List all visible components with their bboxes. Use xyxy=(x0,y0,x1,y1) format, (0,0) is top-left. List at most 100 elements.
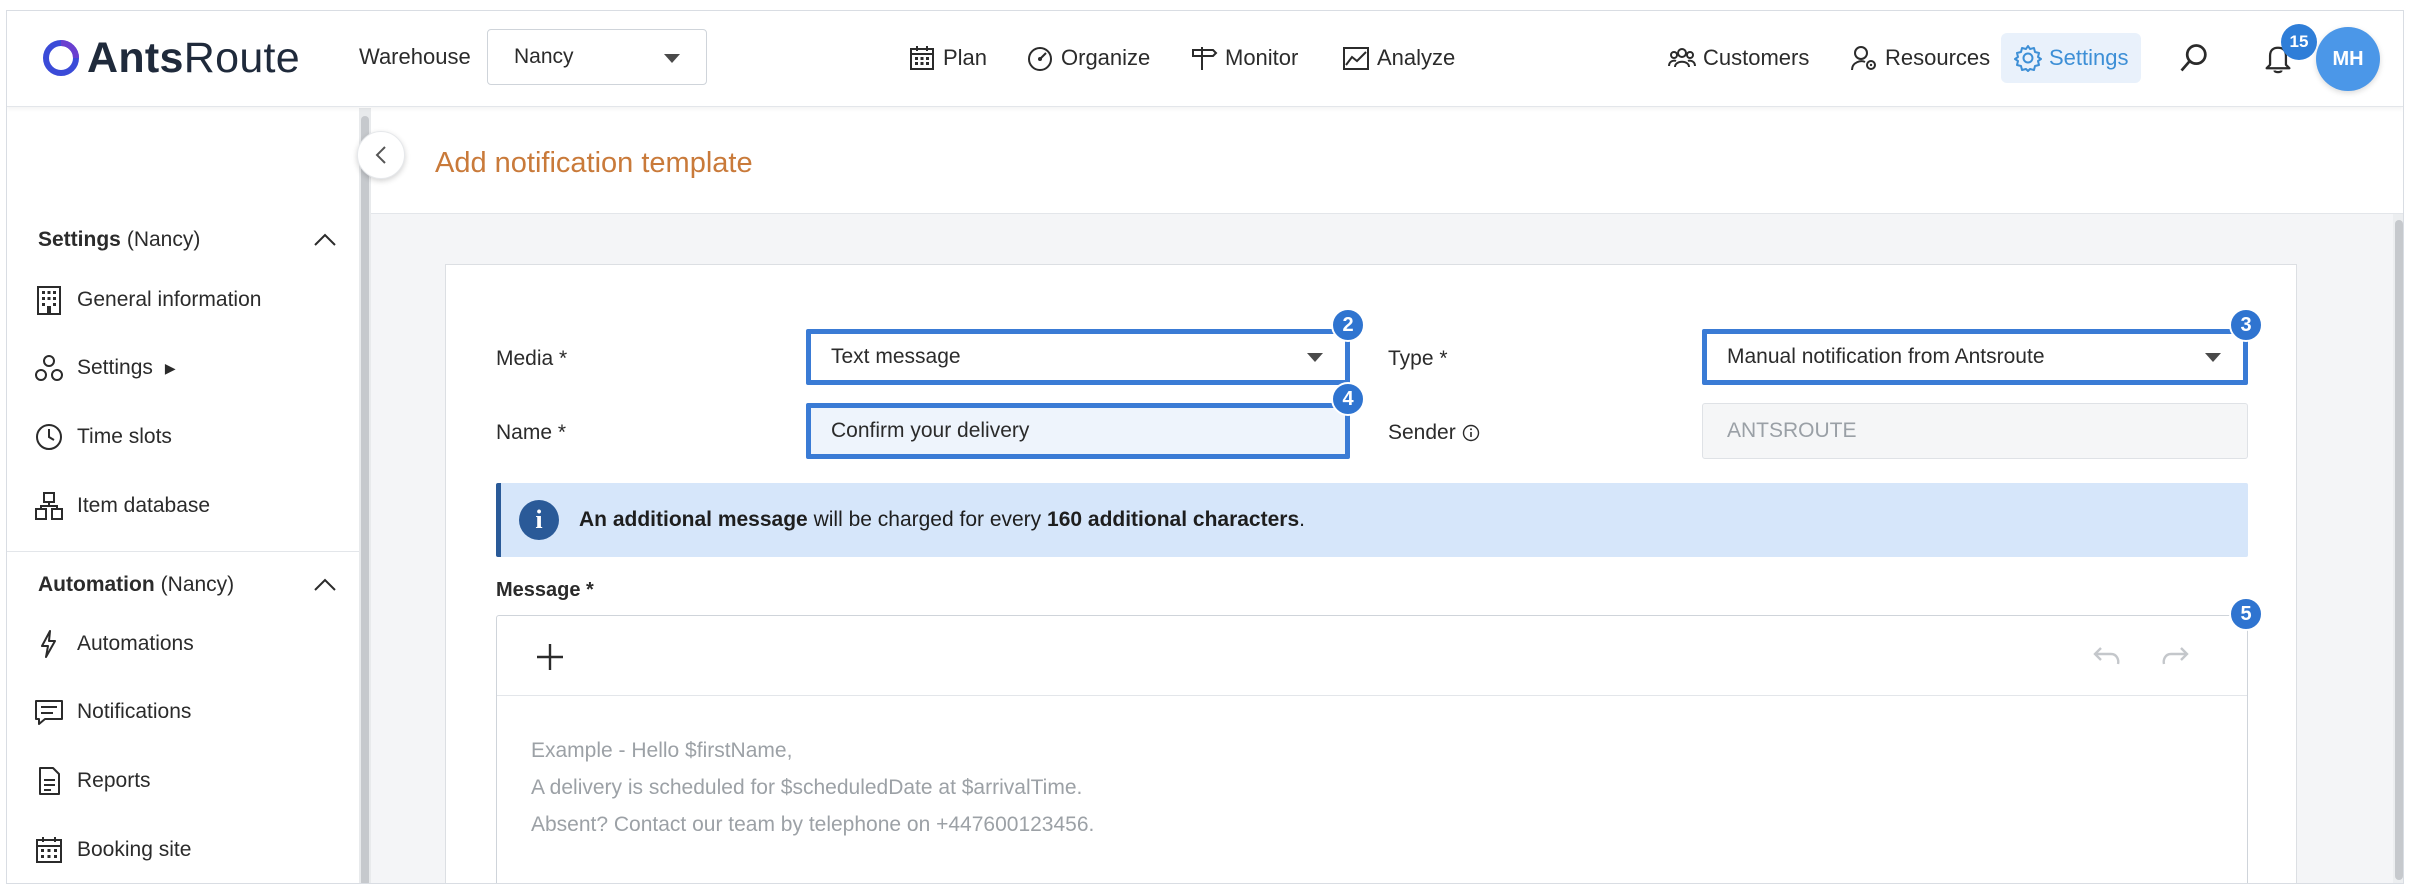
sidebar-item-label: General information xyxy=(77,288,262,311)
sender-label-group: Sender xyxy=(1388,421,1480,445)
sidebar-item-booking-site[interactable]: Booking site xyxy=(33,830,191,870)
sidebar-item-label: Item database xyxy=(77,494,211,517)
message-icon xyxy=(35,700,63,725)
signpost-icon xyxy=(1192,47,1218,70)
notification-count-badge: 15 xyxy=(2281,24,2317,60)
main-scrollbar[interactable] xyxy=(2393,214,2403,883)
nav-monitor[interactable]: Monitor xyxy=(1189,33,1298,83)
main-scrollbar-thumb[interactable] xyxy=(2395,220,2403,880)
chevron-down-icon xyxy=(664,54,680,63)
search-button[interactable] xyxy=(2177,33,2211,83)
placeholder-line: A delivery is scheduled for $scheduledDa… xyxy=(531,776,1083,799)
sidebar-item-general-information[interactable]: General information xyxy=(33,280,261,320)
cogs-icon xyxy=(35,355,63,381)
sidebar-item-time-slots[interactable]: Time slots xyxy=(33,417,172,457)
media-label: Media * xyxy=(496,347,568,370)
sender-input: ANTSROUTE xyxy=(1702,403,2248,459)
logo[interactable]: AntsRoute xyxy=(41,33,301,82)
sidebar-item-settings[interactable]: Settings ▶ xyxy=(33,348,176,388)
nav-organize[interactable]: Organize xyxy=(1025,33,1150,83)
nav-resources[interactable]: Resources xyxy=(1849,33,1990,83)
sidebar-item-item-database[interactable]: Item database xyxy=(33,486,210,526)
editor-toolbar xyxy=(497,616,2247,696)
sms-cost-info-banner: i An additional message will be charged … xyxy=(496,483,2248,557)
type-select[interactable]: Manual notification from Antsroute xyxy=(1702,329,2248,385)
sidebar-scrollbar[interactable] xyxy=(359,108,371,883)
type-label: Type * xyxy=(1388,347,1448,370)
template-form-card: Media * Text message 2 Type * Manual not… xyxy=(445,264,2297,883)
sidebar-item-notifications[interactable]: Notifications xyxy=(33,692,191,732)
report-icon xyxy=(39,767,60,795)
nav-monitor-label: Monitor xyxy=(1225,45,1299,70)
nav-resources-label: Resources xyxy=(1885,45,1991,70)
step-marker: 4 xyxy=(1331,382,1365,416)
nav-plan-label: Plan xyxy=(943,45,988,70)
placeholder-line: Example - Hello $firstName, xyxy=(531,739,793,762)
building-icon xyxy=(37,286,61,315)
name-value: Confirm your delivery xyxy=(831,419,1030,442)
sender-value: ANTSROUTE xyxy=(1727,419,1857,442)
media-select[interactable]: Text message xyxy=(806,329,1350,385)
sidebar-divider xyxy=(7,551,359,552)
sidebar: Settings (Nancy) General information Set… xyxy=(7,108,359,883)
nav-plan[interactable]: Plan xyxy=(907,33,987,83)
automation-section-scope: (Nancy) xyxy=(160,573,235,596)
page-header: Add notification template xyxy=(371,108,2403,214)
message-label: Message * xyxy=(496,579,594,601)
sender-label: Sender xyxy=(1388,421,1456,444)
sidebar-item-automations[interactable]: Automations xyxy=(33,624,194,664)
nav-analyze[interactable]: Analyze xyxy=(1341,33,1455,83)
gauge-icon xyxy=(1028,47,1052,71)
nav-settings[interactable]: Settings xyxy=(2001,33,2141,83)
collapse-sidebar-button[interactable] xyxy=(357,131,405,179)
message-editor[interactable]: Example - Hello $firstName, A delivery i… xyxy=(496,615,2248,883)
logo-text-bold: Ants xyxy=(87,33,184,82)
placeholder-line: Absent? Contact our team by telephone on… xyxy=(531,813,1095,836)
user-gear-icon xyxy=(1851,46,1876,71)
gear-icon xyxy=(2014,45,2042,72)
sidebar-item-label: Settings xyxy=(77,356,153,379)
logo-icon xyxy=(43,40,79,76)
info-icon[interactable] xyxy=(1462,424,1480,442)
calendar-icon xyxy=(36,837,62,863)
sidebar-item-label: Reports xyxy=(77,769,151,792)
undo-icon[interactable] xyxy=(2089,642,2123,672)
sidebar-scrollbar-thumb[interactable] xyxy=(361,116,369,883)
sidebar-item-reports[interactable]: Reports xyxy=(33,761,151,801)
expand-arrow-icon: ▶ xyxy=(164,359,176,376)
nav-customers[interactable]: Customers xyxy=(1667,33,1809,83)
nav-settings-label: Settings xyxy=(2049,45,2129,70)
warehouse-label: Warehouse xyxy=(359,44,471,69)
name-label: Name * xyxy=(496,421,567,444)
settings-section-title: Settings xyxy=(38,228,121,251)
info-text: An additional message will be charged fo… xyxy=(579,508,1305,531)
boxes-icon xyxy=(35,492,63,520)
warehouse-select[interactable]: Nancy xyxy=(487,29,707,85)
automation-section-title: Automation xyxy=(38,573,155,596)
redo-icon[interactable] xyxy=(2159,642,2193,672)
sidebar-item-label: Booking site xyxy=(77,838,192,861)
chart-icon xyxy=(1343,47,1369,70)
chevron-down-icon xyxy=(2205,353,2221,362)
clock-icon xyxy=(36,424,62,450)
message-placeholder: Example - Hello $firstName, A delivery i… xyxy=(531,732,1094,843)
automation-section-header[interactable]: Automation (Nancy) xyxy=(38,573,338,597)
sidebar-item-label: Time slots xyxy=(77,425,172,448)
plus-icon[interactable] xyxy=(533,640,567,674)
step-marker: 2 xyxy=(1331,308,1365,342)
settings-section-header[interactable]: Settings (Nancy) xyxy=(38,228,338,252)
type-value: Manual notification from Antsroute xyxy=(1727,345,2045,368)
warehouse-value: Nancy xyxy=(514,45,574,68)
nav-customers-label: Customers xyxy=(1703,45,1810,70)
avatar[interactable]: MH xyxy=(2316,27,2380,91)
logo-text-light: Route xyxy=(183,33,301,82)
sidebar-item-label: Automations xyxy=(77,632,194,655)
name-input[interactable]: Confirm your delivery xyxy=(806,403,1350,459)
nav-organize-label: Organize xyxy=(1061,45,1151,70)
bolt-icon xyxy=(41,630,56,658)
chevron-up-icon xyxy=(314,233,336,246)
chevron-down-icon xyxy=(1307,353,1323,362)
users-icon xyxy=(1668,48,1696,68)
nav-analyze-label: Analyze xyxy=(1377,45,1456,70)
media-value: Text message xyxy=(831,345,961,368)
